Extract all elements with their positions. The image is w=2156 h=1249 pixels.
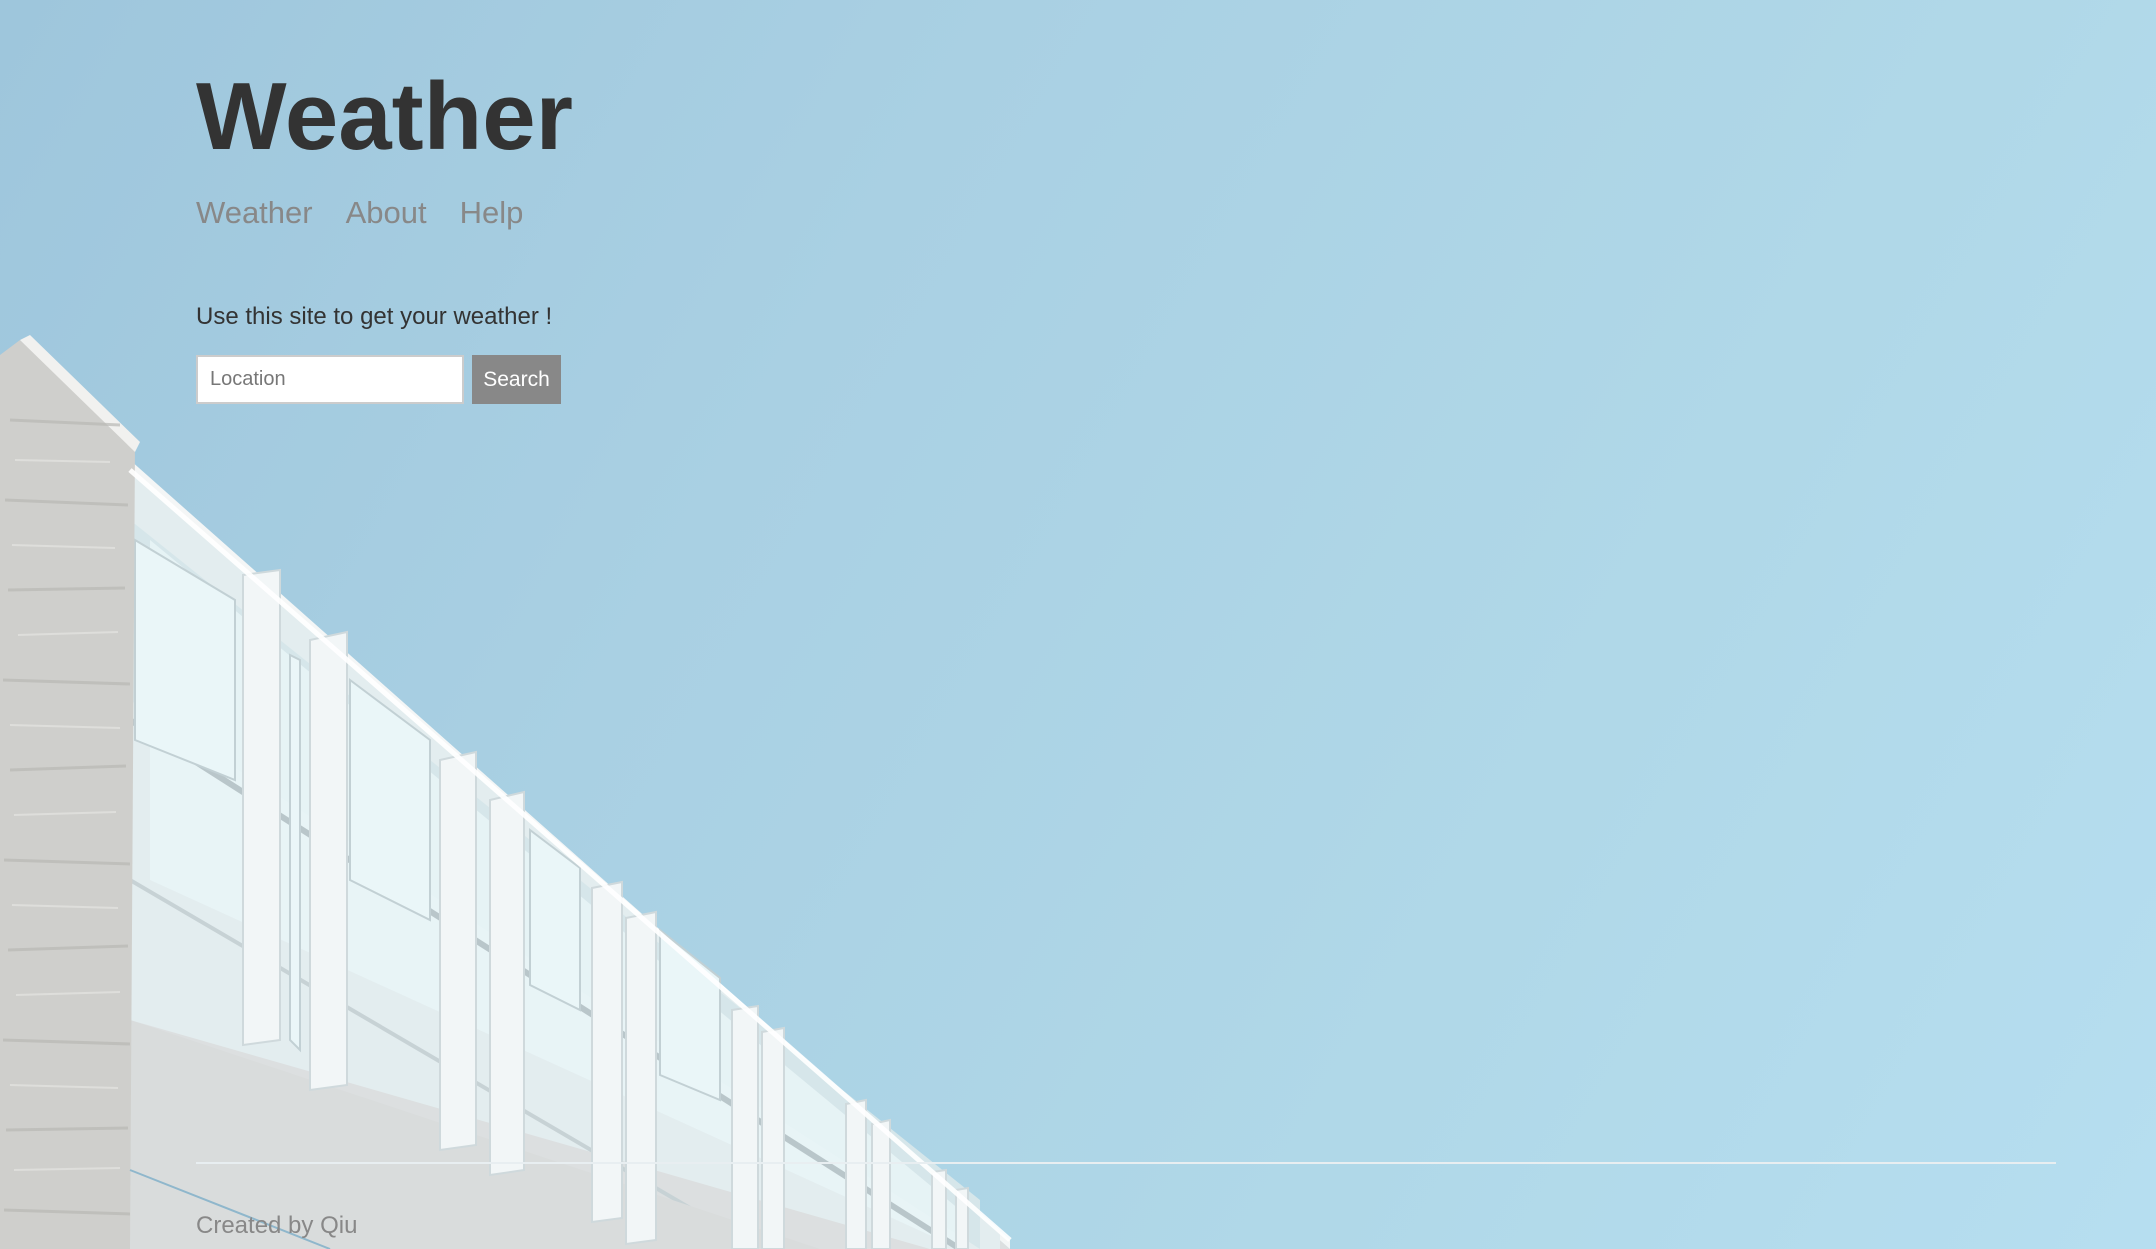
nav-link-help[interactable]: Help <box>460 193 524 233</box>
page-container: Weather Weather About Help Use this site… <box>196 0 2056 1249</box>
page-title: Weather <box>196 63 574 170</box>
location-input[interactable] <box>196 355 464 404</box>
footer-divider <box>196 1162 2056 1164</box>
nav-link-about[interactable]: About <box>346 193 427 233</box>
footer-credit: Created by Qiu <box>196 1212 358 1239</box>
search-button[interactable]: Search <box>472 355 561 404</box>
main-nav: Weather About Help <box>196 193 523 233</box>
intro-text: Use this site to get your weather ! <box>196 303 553 330</box>
nav-link-weather[interactable]: Weather <box>196 193 313 233</box>
search-form: Search <box>196 355 561 404</box>
